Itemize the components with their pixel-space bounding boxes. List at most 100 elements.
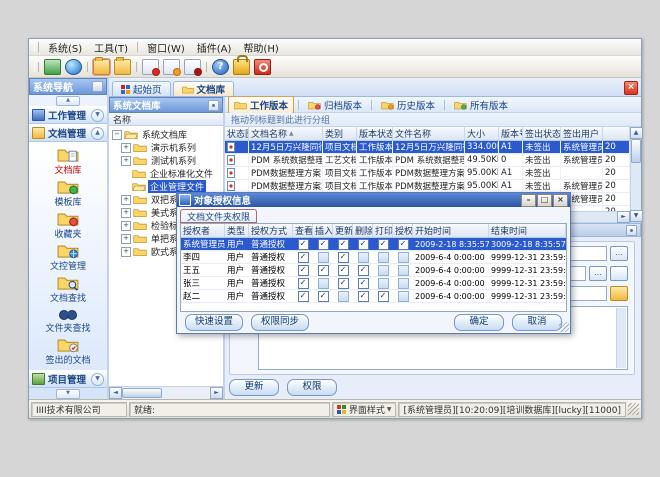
browse-button-2[interactable]: … — [589, 266, 607, 281]
expand-icon[interactable]: + — [121, 234, 131, 244]
browse-button-1[interactable]: … — [610, 246, 628, 261]
checkbox-unchecked[interactable] — [398, 278, 409, 289]
scroll-down-icon[interactable]: ▼ — [630, 210, 643, 222]
style-selector[interactable]: 界面样式 ▼ — [332, 402, 397, 417]
checkbox-checked[interactable]: ✓ — [338, 278, 349, 289]
version-tab-0[interactable]: 工作版本 — [228, 96, 294, 114]
checkbox-checked[interactable]: ✓ — [358, 278, 369, 289]
tab-1[interactable]: 文档库 — [173, 81, 235, 96]
checkbox-unchecked[interactable] — [358, 252, 369, 263]
section-toggle-icon[interactable]: ▼ — [91, 373, 104, 386]
update-button[interactable]: 更新 — [229, 379, 279, 396]
file-v-scrollbar[interactable]: ▲ ▼ — [630, 127, 641, 222]
section-toggle-icon[interactable]: ▼ — [91, 109, 104, 122]
file-row-2[interactable]: PDM数据整理方案.doc项目文档工作版本PDM数据整理方案.doc95.00K… — [225, 167, 630, 180]
message-open-icon[interactable] — [163, 59, 180, 75]
tree-node-1[interactable]: +演示机系列 — [109, 141, 223, 154]
help-icon[interactable]: ? — [212, 59, 229, 75]
lock-icon[interactable] — [233, 59, 250, 75]
close-tab-button[interactable]: × — [624, 81, 638, 95]
perm-column-header-3[interactable]: 查看 — [293, 224, 313, 237]
expand-icon[interactable]: + — [121, 195, 131, 205]
expand-icon[interactable]: + — [121, 221, 131, 231]
checkbox-unchecked[interactable] — [378, 278, 389, 289]
checkbox-checked[interactable]: ✓ — [298, 239, 309, 250]
checkbox-checked[interactable]: ✓ — [298, 291, 309, 302]
scroll-thumb[interactable] — [122, 388, 162, 398]
sidebar-item-3[interactable]: 文控管理 — [29, 242, 107, 272]
version-tab-3[interactable]: 所有版本 — [449, 97, 513, 113]
perm-column-header-4[interactable]: 插入 — [313, 224, 333, 237]
checkbox-unchecked[interactable] — [378, 252, 389, 263]
sidebar-item-6[interactable]: 签出的文档 — [29, 336, 107, 366]
checkbox-checked[interactable]: ✓ — [298, 252, 309, 263]
collapse-icon[interactable]: − — [112, 130, 122, 140]
file-column-header-5[interactable]: 大小 — [465, 127, 499, 140]
file-column-header-7[interactable]: 签出状态 — [523, 127, 561, 140]
checkbox-checked[interactable]: ✓ — [398, 239, 409, 250]
checkbox-checked[interactable]: ✓ — [338, 239, 349, 250]
perm-column-header-0[interactable]: 授权者 — [181, 224, 225, 237]
sidebar-header-icon[interactable] — [92, 81, 103, 92]
message-send-icon[interactable] — [142, 59, 159, 75]
close-button[interactable]: × — [553, 194, 568, 207]
checkbox-unchecked[interactable] — [398, 252, 409, 263]
perm-row-0[interactable]: 系统管理员用户普通授权✓✓✓✓✓✓2009-2-18 8:35:573009-2… — [181, 238, 566, 251]
open-folder-button[interactable] — [610, 286, 628, 301]
checkbox-checked[interactable]: ✓ — [298, 265, 309, 276]
file-column-header-3[interactable]: 版本状态 — [357, 127, 393, 140]
dialog-titlebar[interactable]: 对象授权信息 – □ × — [177, 193, 570, 207]
perm-row-4[interactable]: 赵二用户普通授权✓✓✓✓2009-6-4 0:00:009999-12-31 2… — [181, 290, 566, 303]
scroll-left-icon[interactable]: ◄ — [109, 387, 122, 399]
screen-sync-icon[interactable] — [44, 59, 61, 75]
tree-node-0[interactable]: −系统文档库 — [109, 128, 223, 141]
perm-column-header-5[interactable]: 更新 — [333, 224, 353, 237]
perm-column-header-8[interactable]: 授权 — [393, 224, 413, 237]
menubar-grip[interactable] — [34, 42, 39, 52]
expand-icon[interactable]: + — [121, 156, 131, 166]
quick-setting-button[interactable]: 快速设置 — [185, 314, 243, 331]
checkbox-checked[interactable]: ✓ — [358, 291, 369, 302]
file-column-header-9[interactable] — [603, 127, 630, 140]
tree-node-3[interactable]: 企业标准化文件 — [109, 167, 223, 180]
checkbox-checked[interactable]: ✓ — [338, 265, 349, 276]
file-row-1[interactable]: PDM 系统数据整理检...工艺文档工作版本PDM 系统数据整理...49.50… — [225, 154, 630, 167]
expand-icon[interactable]: + — [121, 143, 131, 153]
checkbox-unchecked[interactable] — [318, 278, 329, 289]
perm-column-header-2[interactable]: 授权方式 — [249, 224, 293, 237]
sidebar-item-4[interactable]: 文档查找 — [29, 274, 107, 304]
toolbar-grip[interactable] — [34, 62, 39, 72]
expand-icon[interactable]: + — [121, 208, 131, 218]
checkbox-checked[interactable]: ✓ — [378, 239, 389, 250]
menu-item-1[interactable]: 工具(T) — [88, 39, 134, 56]
sidebar-section-0[interactable]: 工作管理▼ — [29, 106, 107, 124]
tab-0[interactable]: 起始页 — [112, 81, 171, 96]
checkbox-checked[interactable]: ✓ — [358, 265, 369, 276]
sidebar-item-0[interactable]: 文档库 — [29, 146, 107, 176]
perm-row-2[interactable]: 王五用户普通授权✓✓✓✓2009-6-4 0:00:009999-12-31 2… — [181, 264, 566, 277]
file-column-header-0[interactable]: 状态图 — [225, 127, 249, 140]
message-delete-icon[interactable] — [184, 59, 201, 75]
library-icon[interactable] — [114, 59, 131, 75]
globe-icon[interactable] — [65, 59, 82, 75]
file-column-header-6[interactable]: 版本号 — [499, 127, 523, 140]
exit-icon[interactable] — [254, 59, 271, 75]
menu-item-2[interactable]: 窗口(W) — [141, 39, 191, 56]
detail-extra-button[interactable] — [610, 266, 628, 281]
perm-column-header-10[interactable]: 结束时间 — [489, 224, 566, 237]
expand-down-button[interactable]: ▼ — [56, 389, 80, 399]
perm-column-header-1[interactable]: 类型 — [225, 224, 249, 237]
pin-icon[interactable] — [208, 100, 219, 111]
checkbox-checked[interactable]: ✓ — [318, 291, 329, 302]
checkbox-checked[interactable]: ✓ — [298, 278, 309, 289]
perm-row-3[interactable]: 张三用户普通授权✓✓✓2009-6-4 0:00:009999-12-31 23… — [181, 277, 566, 290]
sidebar-item-5[interactable]: 文件夹查找 — [29, 306, 107, 334]
perm-column-header-6[interactable]: 删除 — [353, 224, 373, 237]
sidebar-section-2[interactable]: 项目管理▼ — [29, 370, 107, 388]
checkbox-unchecked[interactable] — [338, 291, 349, 302]
details-pin-icon[interactable] — [626, 225, 637, 236]
file-column-header-4[interactable]: 文件名称 — [393, 127, 465, 140]
cancel-button[interactable]: 取消 — [512, 314, 562, 331]
perm-row-1[interactable]: 李四用户普通授权✓✓2009-6-4 0:00:009999-12-31 23:… — [181, 251, 566, 264]
file-column-header-8[interactable]: 签出用户 — [561, 127, 603, 140]
